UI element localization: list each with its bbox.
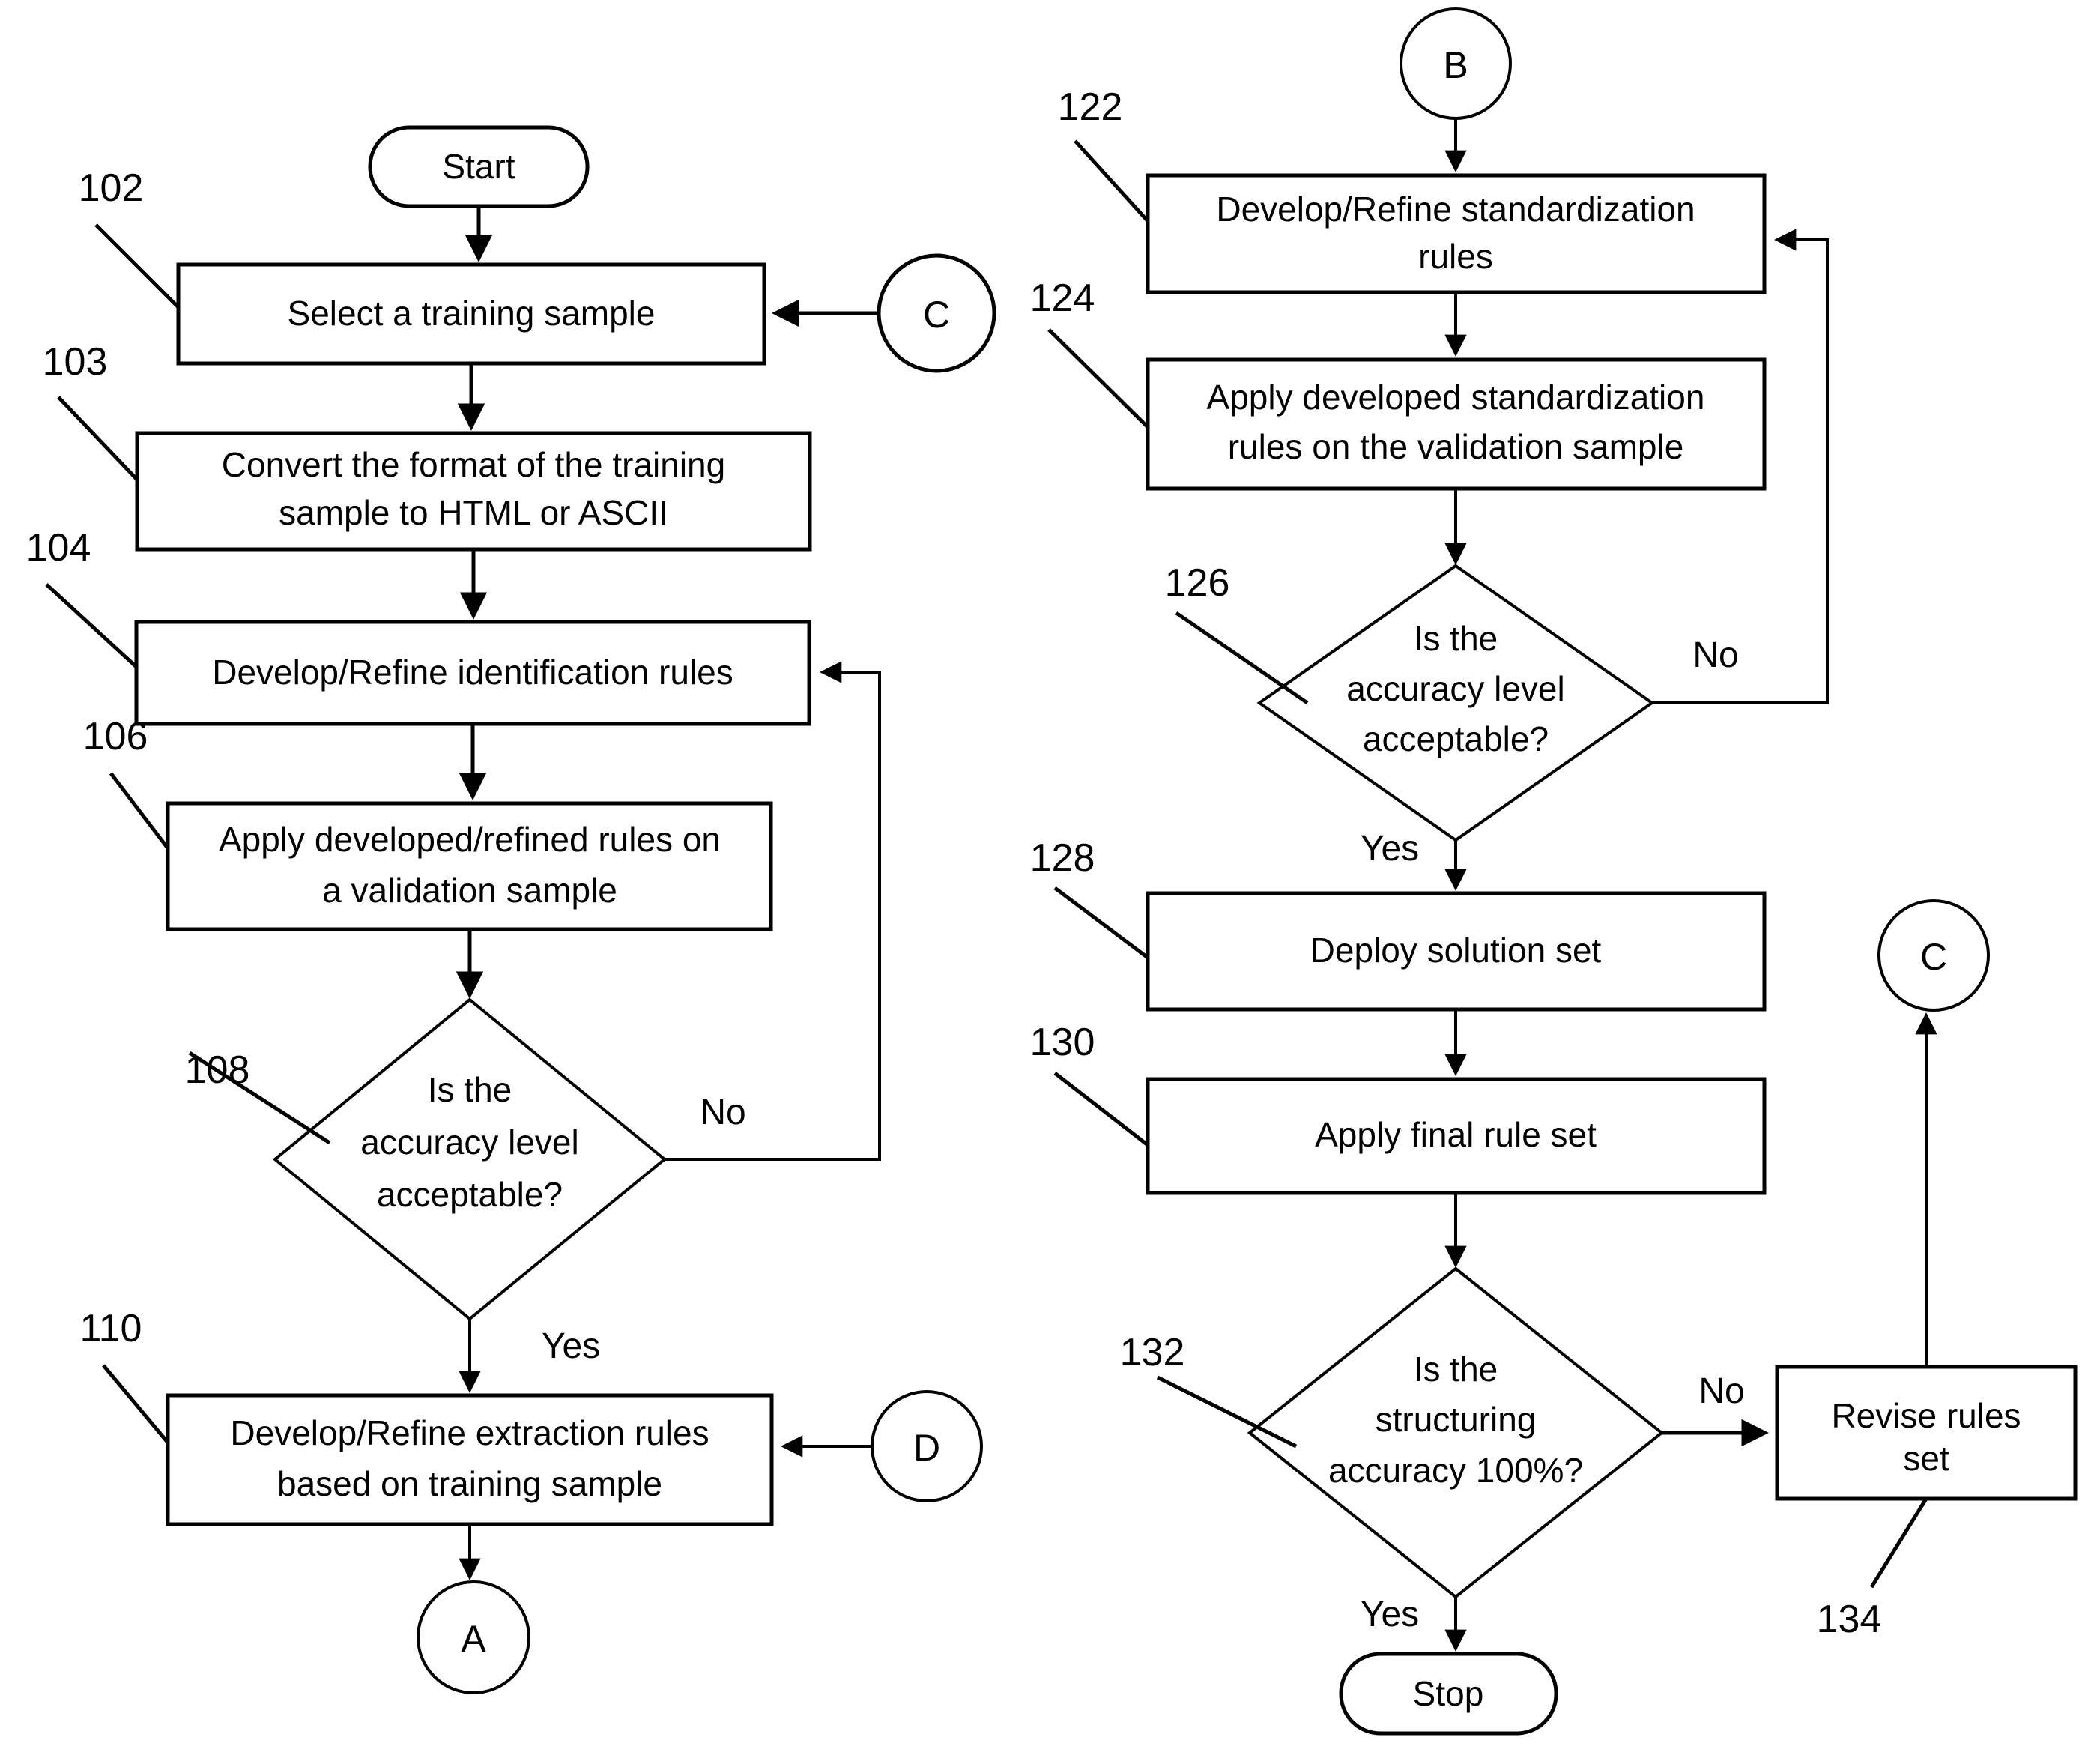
node-106-apply-rules-validation: Apply developed/refined rules on a valid… — [166, 801, 773, 931]
edge-label-126-yes: Yes — [1361, 829, 1419, 869]
leader-126 — [1175, 611, 1309, 705]
ref-label-126: 126 — [1165, 561, 1230, 605]
node-126-label-line1: Is the — [1414, 619, 1498, 658]
flowchart-canvas: Start Select a training sample 102 C Con… — [26, 7, 2078, 1736]
node-124-label-line2: rules on the validation sample — [1228, 427, 1684, 466]
leader-130 — [1053, 1072, 1149, 1147]
node-122-develop-standardization-rules: Develop/Refine standardization rules — [1146, 173, 1767, 294]
edge-label-132-yes: Yes — [1361, 1595, 1419, 1634]
connector-in-c: C — [877, 253, 996, 373]
leader-128 — [1053, 886, 1149, 959]
node-130-label: Apply final rule set — [1315, 1115, 1597, 1154]
node-106-label-line1: Apply developed/refined rules on — [219, 820, 721, 859]
node-132-label-line1: Is the — [1414, 1350, 1498, 1389]
node-110-label-line1: Develop/Refine extraction rules — [230, 1413, 709, 1452]
leader-103 — [57, 396, 139, 481]
connector-in-b: B — [1400, 7, 1512, 120]
leader-102 — [94, 223, 180, 309]
leader-104 — [45, 583, 138, 668]
start-terminator-label: Start — [442, 147, 515, 186]
node-132-label-line3: accuracy 100%? — [1328, 1451, 1583, 1490]
node-103-label-line2: sample to HTML or ASCII — [279, 493, 668, 532]
node-128-label: Deploy solution set — [1310, 931, 1602, 970]
connector-in-b-label: B — [1443, 44, 1468, 86]
node-134-label-line2: set — [1903, 1439, 1949, 1478]
ref-label-106: 106 — [83, 715, 148, 758]
leader-110 — [102, 1364, 169, 1444]
node-132-structuring-accuracy-decision: Is the structuring accuracy 100%? — [1247, 1266, 1665, 1599]
edge-label-108-no: No — [700, 1093, 745, 1132]
node-104-develop-identification-rules: Develop/Refine identification rules — [134, 620, 811, 726]
ref-label-132: 132 — [1120, 1331, 1185, 1374]
node-108-accuracy-decision: Is the accuracy level acceptable? — [272, 997, 668, 1321]
node-124-apply-standardization-rules: Apply developed standardization rules on… — [1146, 357, 1767, 491]
edge-label-126-no: No — [1692, 635, 1738, 675]
node-134-revise-rules-set: Revise rules set — [1775, 1365, 2078, 1501]
node-126-label-line2: accuracy level — [1346, 669, 1564, 708]
leader-106 — [109, 772, 169, 850]
node-122-label-line1: Develop/Refine standardization — [1216, 190, 1695, 229]
leader-124 — [1047, 328, 1149, 429]
edge-label-132-no: No — [1698, 1371, 1744, 1411]
node-102-select-training-sample: Select a training sample — [176, 262, 766, 366]
connector-out-c: C — [1877, 899, 1990, 1012]
connector-out-a-label: A — [461, 1618, 486, 1660]
flowchart-figure: Start Select a training sample 102 C Con… — [0, 0, 2100, 1764]
connector-out-c-label: C — [1920, 936, 1947, 978]
edge-label-108-yes: Yes — [542, 1326, 600, 1366]
node-104-label: Develop/Refine identification rules — [212, 653, 733, 692]
ref-label-130: 130 — [1030, 1021, 1095, 1064]
node-110-develop-extraction-rules: Develop/Refine extraction rules based on… — [166, 1393, 774, 1526]
node-108-label-line2: accuracy level — [360, 1123, 578, 1162]
node-103-convert-format: Convert the format of the training sampl… — [135, 431, 812, 552]
connector-in-d-label: D — [913, 1427, 940, 1469]
node-108-label-line1: Is the — [428, 1070, 512, 1109]
connector-out-a: A — [417, 1580, 530, 1694]
connector-in-d: D — [871, 1390, 983, 1502]
ref-label-108: 108 — [185, 1048, 250, 1092]
node-130-apply-final-rule-set: Apply final rule set — [1146, 1077, 1767, 1195]
ref-label-134: 134 — [1817, 1598, 1882, 1641]
node-132-label-line2: structuring — [1376, 1400, 1537, 1439]
node-122-label-line2: rules — [1418, 237, 1493, 276]
node-134-label-line1: Revise rules — [1831, 1396, 2021, 1435]
stop-terminator: Stop — [1339, 1652, 1558, 1736]
node-102-label: Select a training sample — [288, 294, 656, 333]
ref-label-128: 128 — [1030, 836, 1095, 880]
leader-134 — [1869, 1497, 1928, 1589]
connector-in-c-label: C — [923, 294, 950, 336]
ref-label-122: 122 — [1058, 85, 1123, 129]
node-124-label-line1: Apply developed standardization — [1207, 378, 1705, 417]
start-terminator: Start — [368, 125, 590, 208]
node-126-accuracy-decision: Is the accuracy level acceptable? — [1256, 564, 1655, 842]
node-128-deploy-solution-set: Deploy solution set — [1146, 891, 1767, 1012]
stop-terminator-label: Stop — [1413, 1674, 1484, 1713]
ref-label-103: 103 — [43, 340, 108, 384]
ref-label-124: 124 — [1030, 277, 1095, 320]
ref-label-104: 104 — [26, 526, 91, 570]
leader-122 — [1074, 139, 1149, 223]
node-126-label-line3: acceptable? — [1363, 719, 1549, 758]
node-110-label-line2: based on training sample — [277, 1464, 662, 1503]
ref-label-102: 102 — [79, 166, 144, 210]
node-108-label-line3: acceptable? — [377, 1175, 563, 1214]
node-106-label-line2: a validation sample — [322, 871, 617, 910]
node-103-label-line1: Convert the format of the training — [222, 445, 725, 484]
ref-label-110: 110 — [80, 1307, 142, 1350]
